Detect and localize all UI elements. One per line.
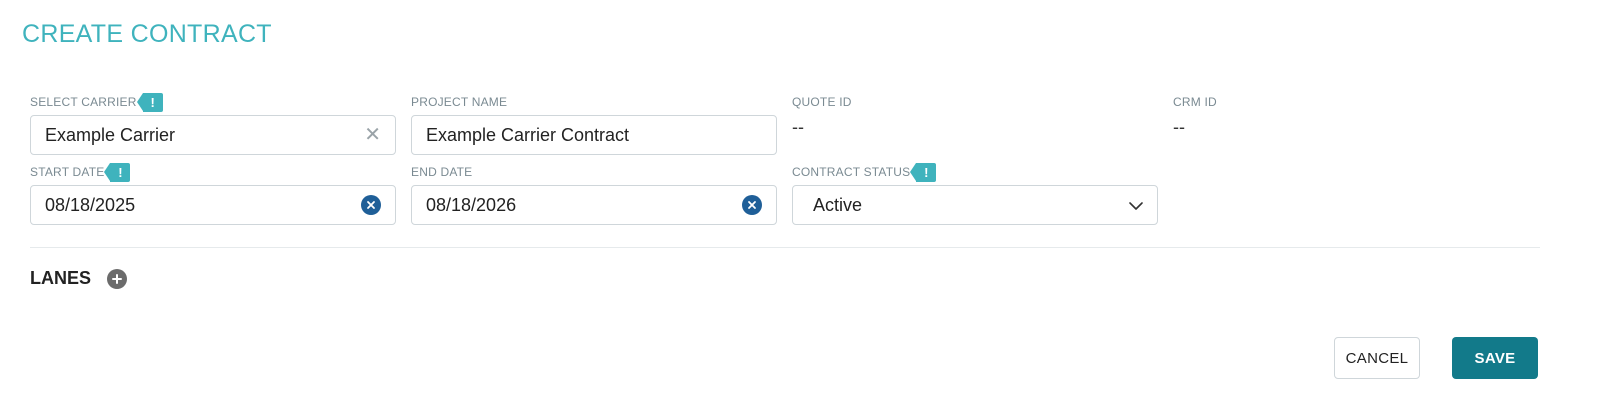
start-date-value: 08/18/2025: [45, 194, 136, 215]
carrier-label: SELECT CARRIER: [30, 95, 137, 109]
plus-circle-icon[interactable]: [107, 268, 128, 289]
close-icon[interactable]: ✕: [364, 125, 381, 145]
section-divider: [30, 247, 1540, 248]
start-date-field: START DATE ! 08/18/2025: [30, 161, 396, 225]
end-date-field: END DATE 08/18/2026: [411, 161, 777, 225]
required-icon: !: [136, 92, 163, 112]
carrier-select[interactable]: Example Carrier ✕: [30, 115, 396, 155]
cancel-button[interactable]: CANCEL: [1334, 337, 1420, 379]
page-title: CREATE CONTRACT: [22, 20, 272, 48]
carrier-value: Example Carrier: [45, 124, 176, 145]
start-date-input[interactable]: 08/18/2025: [30, 185, 396, 225]
contract-status-select[interactable]: Active: [792, 185, 1158, 225]
contract-status-field: CONTRACT STATUS ! Active: [792, 161, 1158, 225]
crm-id-field: CRM ID --: [1173, 91, 1539, 138]
end-date-value: 08/18/2026: [426, 194, 517, 215]
clear-circle-icon[interactable]: [361, 195, 381, 215]
crm-id-value: --: [1173, 117, 1185, 137]
quote-id-value: --: [792, 117, 804, 137]
crm-id-label: CRM ID: [1173, 95, 1217, 109]
project-name-value: Example Carrier Contract: [426, 124, 630, 145]
contract-status-value: Active: [813, 194, 863, 215]
quote-id-field: QUOTE ID --: [792, 91, 1158, 138]
end-date-input[interactable]: 08/18/2026: [411, 185, 777, 225]
clear-circle-icon[interactable]: [742, 195, 762, 215]
contract-status-label: CONTRACT STATUS: [792, 165, 911, 179]
carrier-field: SELECT CARRIER ! Example Carrier ✕: [30, 91, 396, 155]
project-name-field: PROJECT NAME Example Carrier Contract: [411, 91, 777, 155]
project-name-label: PROJECT NAME: [411, 95, 508, 109]
save-button[interactable]: SAVE: [1452, 337, 1538, 379]
chevron-down-icon[interactable]: [1129, 195, 1143, 216]
project-name-input[interactable]: Example Carrier Contract: [411, 115, 777, 155]
required-icon: !: [104, 162, 131, 182]
lanes-title: LANES: [30, 268, 92, 288]
end-date-label: END DATE: [411, 165, 473, 179]
start-date-label: START DATE: [30, 165, 105, 179]
lanes-header: LANES: [30, 268, 128, 289]
required-icon: !: [910, 162, 937, 182]
quote-id-label: QUOTE ID: [792, 95, 852, 109]
